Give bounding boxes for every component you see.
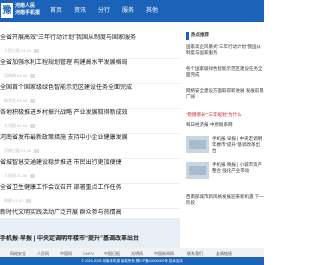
news-meta: 央视 01-07 <box>4 198 32 204</box>
news-meta: 河南日报 01-05 <box>4 148 40 154</box>
footer-link[interactable]: 中国新闻网 <box>154 251 174 256</box>
featured-article[interactable]: 手机报·早报 | 中央定调明年楼市“提升”基调改革出台 <box>0 218 180 248</box>
nav-item-home[interactable]: 首页 <box>50 7 62 15</box>
featured-title[interactable]: 手机报·早报 | 中央定调明年楼市“提升”基调改革出台 <box>0 235 180 243</box>
news-title[interactable]: 省城智慧交通建设稳步推进 市民出行更加便捷 <box>0 159 180 167</box>
sidebar-subtitle-text: 每日经济报·中原联系网 <box>186 122 233 127</box>
tag-icon <box>30 173 36 178</box>
sidebar-item[interactable]: 网络安全建设方面取得新进展 发展前景广阔 <box>186 88 264 100</box>
news-title[interactable]: 全省开展高效“三年行动计划”我国从制度与国家服务 <box>0 34 180 42</box>
footer-link[interactable]: 光明网 <box>131 251 143 256</box>
thumbnail-image[interactable] <box>186 162 209 179</box>
image-icon <box>189 140 206 149</box>
site-logo[interactable]: 豫 河南人民 河南手机报 <box>0 2 42 20</box>
logo-text-bottom: 河南手机报 <box>15 10 41 16</box>
tag-icon <box>30 123 36 128</box>
footer-link[interactable]: 网络安全 <box>10 251 26 256</box>
tag-icon <box>30 73 36 78</box>
sidebar-item-text[interactable]: 西南部城市新风格发展迎来新机遇 下一阶段 <box>186 194 264 206</box>
news-meta: 河南网 01-02 <box>4 73 36 79</box>
news-meta: 大河报 01-04 <box>4 123 36 129</box>
tag-icon <box>26 198 32 203</box>
footer-link[interactable]: 中国日报 <box>104 251 120 256</box>
image-icon <box>189 166 206 175</box>
logo-text: 河南人民 河南手机报 <box>15 3 40 17</box>
news-meta: 新华社 01-03 <box>4 98 36 104</box>
news-title[interactable]: 全国首个国家级绿色智能示范区建设任务全面完成 <box>0 84 180 92</box>
sidebar-item[interactable]: 各个国家级绿色智能示范区建设任务全面完成 <box>186 66 264 78</box>
sidebar-header: 热点推荐 <box>186 32 264 40</box>
thumb-caption[interactable]: 手机报·早报 | 中央定调明年楼市“提升”基调改革出台 <box>212 136 264 154</box>
copyright: © 2024-2025 河南手机报 版权所有 豫ICP备00000000号 技术… <box>0 257 264 265</box>
section-marker <box>186 32 189 40</box>
footer-link[interactable]: 中国网 <box>60 251 72 256</box>
news-meta: 人民日报 01-01 <box>4 48 40 54</box>
nav-item-other[interactable]: 其他 <box>146 7 158 15</box>
tag-icon <box>34 48 40 53</box>
logo-mark: 豫 <box>1 3 13 18</box>
sidebar-highlight-text[interactable]: “稳健增长”“三年规划”为什么 <box>186 112 264 118</box>
news-title[interactable]: 河南省发布最新政策措施 支持中小企业健康发展 <box>0 134 180 142</box>
tag-icon <box>34 148 40 153</box>
top-nav-bar: 豫 河南人民 河南手机报 首页 资讯 分行 服务 其他 <box>0 0 264 22</box>
footer-link[interactable]: 友情链接 <box>216 251 232 256</box>
footer-link[interactable]: 人民网 <box>37 251 49 256</box>
thumbnail-image[interactable] <box>186 136 209 153</box>
sidebar-item-text[interactable]: 网络安全建设方面取得新进展 发展前景广阔 <box>186 88 264 100</box>
sidebar-item[interactable]: 国家高企风暴式“三年行动计划”我国从制度与国家服务 <box>186 44 264 56</box>
sidebar-title: 热点推荐 <box>191 32 209 37</box>
sidebar-item[interactable]: 西南部城市新风格发展迎来新机遇 下一阶段 <box>186 194 264 206</box>
news-title[interactable]: 各地积极推进乡村振兴战略 产业发展取得新成效 <box>0 109 180 117</box>
news-title[interactable]: 全省加强水利工程规划管理 构建高水平发展格局 <box>0 59 180 67</box>
footer-link[interactable]: CNTV <box>83 251 94 256</box>
tag-icon <box>30 98 36 103</box>
thumb-caption[interactable]: 手机报·晚报 | 小城市资产整合 强化产业带动 <box>212 162 264 174</box>
sidebar-item-highlight[interactable]: “稳健增长”“三年规划”为什么 <box>186 112 264 118</box>
sidebar-item-text[interactable]: 各个国家级绿色智能示范区建设任务全面完成 <box>186 66 264 78</box>
news-title[interactable]: 新时代文明实践活动广泛开展 群众参与热情高 <box>0 209 180 217</box>
news-meta: 人民网 01-06 <box>4 173 36 179</box>
nav-item-branches[interactable]: 分行 <box>98 7 110 15</box>
nav-item-news[interactable]: 资讯 <box>74 7 86 15</box>
news-title[interactable]: 全省卫生健康工作会议召开 部署重点工作任务 <box>0 184 180 192</box>
sidebar-item-text[interactable]: 国家高企风暴式“三年行动计划”我国从制度与国家服务 <box>186 44 264 56</box>
sidebar-subtitle: 每日经济报·中原联系网 <box>186 122 264 128</box>
nav-item-services[interactable]: 服务 <box>122 7 134 15</box>
footer-link[interactable]: 联系我们 <box>187 251 203 256</box>
logo-text-top: 河南人民 <box>15 3 36 9</box>
